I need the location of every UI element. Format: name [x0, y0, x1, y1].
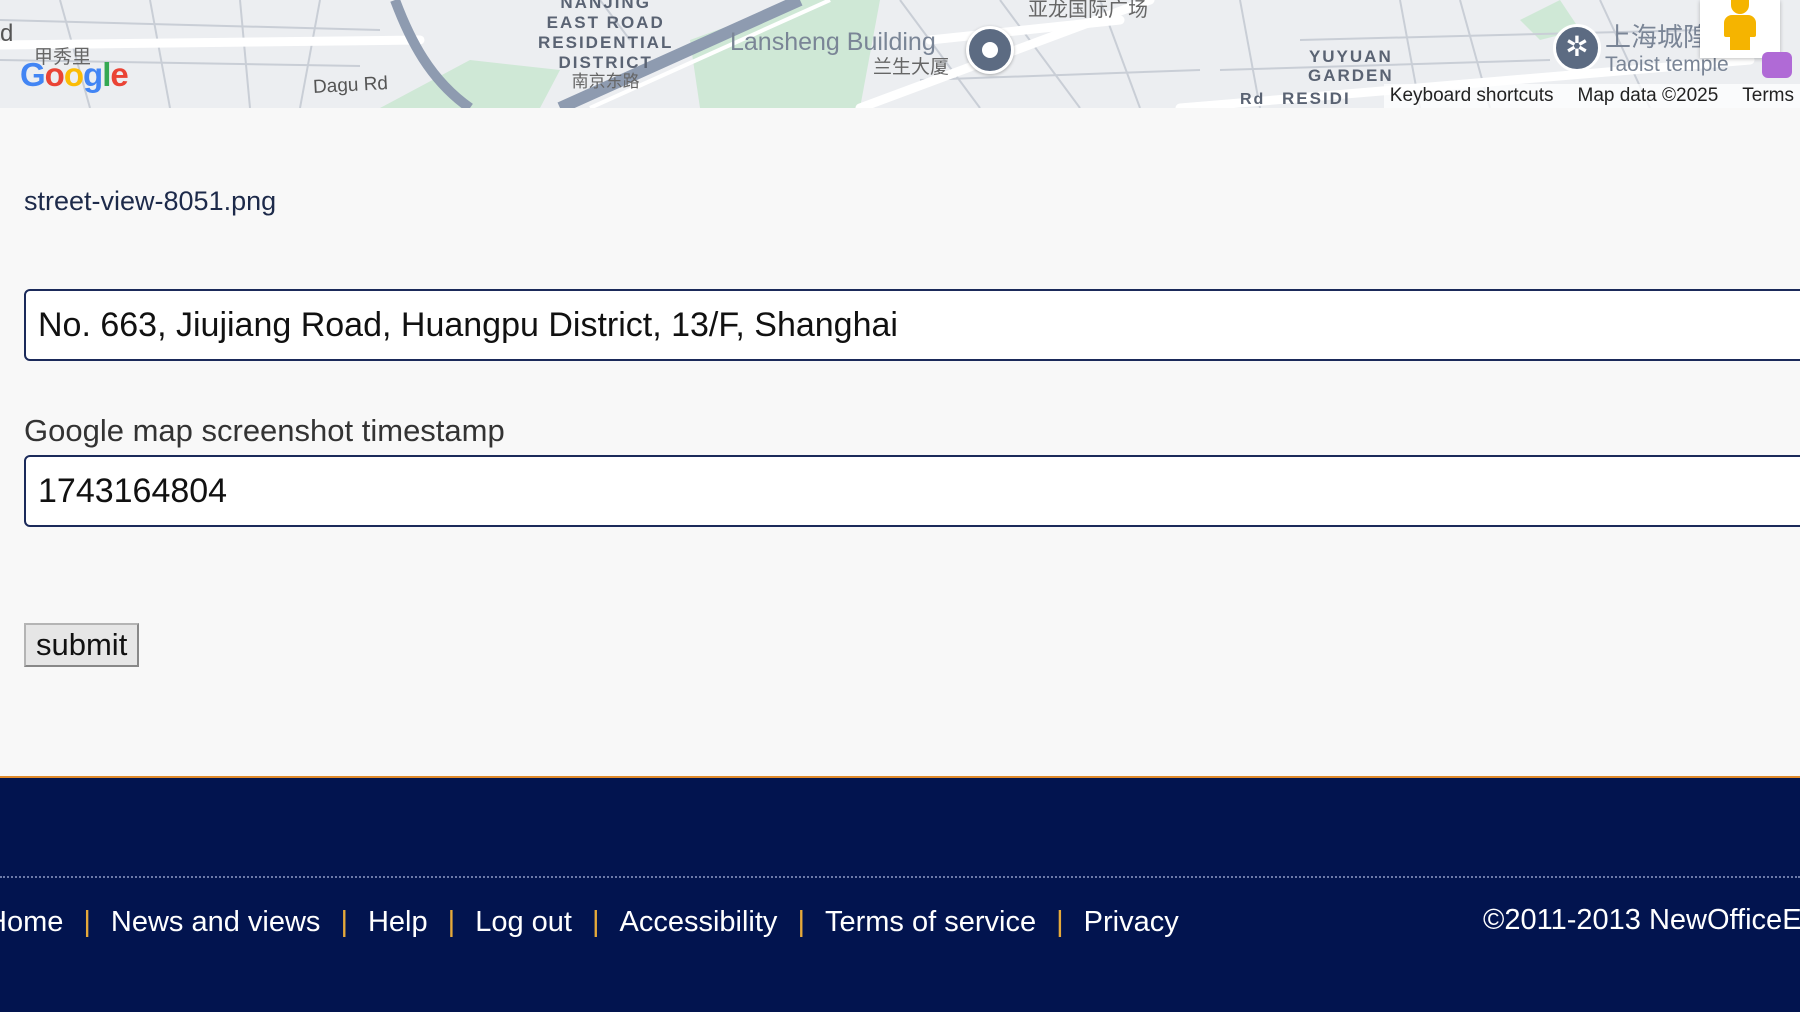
submit-button[interactable]: submit — [24, 623, 140, 667]
map-label: 兰生大厦 — [873, 57, 950, 78]
google-logo-letter: o — [44, 56, 65, 93]
map-attribution-bar: Keyboard shortcuts Map data ©2025 Terms — [1383, 84, 1800, 108]
footer-link-privacy[interactable]: Privacy — [1084, 906, 1179, 939]
google-logo-letter: e — [110, 56, 128, 93]
temple-pin-icon[interactable]: ✲ — [1553, 24, 1601, 72]
keyboard-shortcuts-link[interactable]: Keyboard shortcuts — [1390, 85, 1554, 107]
timestamp-input[interactable] — [24, 455, 1800, 527]
filename-label: street-view-8051.png — [24, 186, 277, 216]
google-logo-letter: o — [63, 56, 84, 93]
google-logo-letter: l — [102, 56, 111, 93]
google-logo-letter: G — [20, 56, 46, 93]
map-label: YUYUAN — [1308, 47, 1393, 66]
terms-link[interactable]: Terms — [1742, 85, 1794, 107]
footer-separator: | — [340, 906, 348, 938]
footer-link-accessibility[interactable]: Accessibility — [620, 906, 778, 939]
map-district-label: YUYUAN GARDEN — [1308, 48, 1394, 84]
footer-separator: | — [447, 906, 456, 938]
map-label: RESIDENTIAL — [538, 33, 674, 52]
footer-link-logout[interactable]: Log out — [475, 906, 572, 939]
map-view[interactable]: d 甲秀里 Google Dagu Rd NANJING EAST ROAD R… — [0, 0, 1800, 108]
google-logo: Google — [20, 56, 129, 93]
place-pin-icon[interactable] — [966, 26, 1014, 74]
footer-separator: | — [797, 906, 805, 938]
map-district-label: NANJING EAST ROAD RESIDENTIAL DISTRICT 南… — [538, 0, 673, 90]
copyright-text: ©2011-2013 NewOfficeEu — [1483, 904, 1800, 936]
address-input[interactable] — [24, 289, 1800, 361]
footer-nav: Home | News and views | Help | Log out |… — [0, 906, 1179, 939]
map-label: GARDEN — [1308, 66, 1394, 85]
map-data-label: Map data ©2025 — [1577, 85, 1719, 106]
footer-link-terms[interactable]: Terms of service — [825, 906, 1036, 939]
camera-icon[interactable] — [1762, 52, 1792, 78]
street-view-pegman-icon[interactable] — [1700, 0, 1780, 58]
map-label: NANJING — [560, 0, 651, 12]
map-label: Dagu Rd — [312, 73, 389, 98]
footer-separator: | — [1056, 906, 1064, 938]
footer-divider — [0, 876, 1800, 878]
footer-separator: | — [83, 906, 91, 938]
map-label: Lansheng Building — [730, 28, 936, 56]
footer-link-home[interactable]: Home — [0, 906, 63, 939]
footer-separator: | — [591, 906, 600, 938]
map-label: d — [0, 20, 14, 47]
footer: Home | News and views | Help | Log out |… — [0, 776, 1800, 1012]
map-label: 南京东路 — [571, 72, 640, 91]
map-label: 上海城隍 — [1605, 22, 1710, 52]
map-label: DISTRICT — [558, 53, 653, 72]
google-logo-letter: g — [83, 56, 103, 93]
map-label: RESIDI — [1282, 89, 1351, 108]
map-label: EAST ROAD — [546, 13, 665, 32]
footer-link-news[interactable]: News and views — [111, 906, 321, 939]
map-label: 亚龙国际广场 — [1028, 0, 1148, 21]
map-label: Rd — [1240, 91, 1266, 108]
footer-link-help[interactable]: Help — [368, 906, 428, 939]
timestamp-label: Google map screenshot timestamp — [24, 413, 505, 448]
